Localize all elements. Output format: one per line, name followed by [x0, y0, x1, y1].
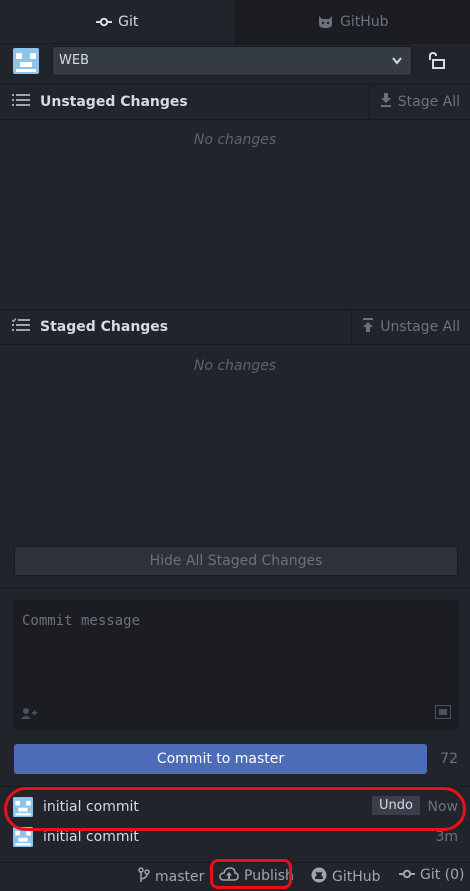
commit-time: 3m	[435, 829, 458, 845]
avatar	[13, 48, 39, 74]
commit-message-input[interactable]	[20, 611, 444, 705]
list-icon	[12, 93, 30, 111]
git-commit-icon	[96, 17, 112, 27]
repository-row: WEB	[0, 44, 470, 84]
git-status[interactable]: Git (0)	[399, 867, 465, 883]
unstaged-changes-title: Unstaged Changes	[40, 94, 188, 110]
divider	[0, 588, 470, 589]
unlock-icon[interactable]	[426, 52, 446, 74]
hide-all-staged-changes-button[interactable]: Hide All Staged Changes	[14, 546, 458, 576]
branch-status[interactable]: master	[138, 867, 204, 887]
publish-button[interactable]: Publish	[219, 867, 294, 885]
unstage-all-button[interactable]: Unstage All	[351, 310, 470, 344]
github-status-label: GitHub	[332, 869, 381, 885]
commit-message: initial commit	[43, 799, 139, 815]
tab-git[interactable]: Git	[0, 0, 236, 43]
staged-changes-title: Staged Changes	[40, 319, 168, 335]
recent-commit-item[interactable]: initial commit Undo Now	[0, 793, 470, 823]
github-status[interactable]: GitHub	[311, 867, 381, 887]
undo-button[interactable]: Undo	[372, 796, 420, 815]
staged-empty-message: No changes	[0, 358, 470, 374]
download-icon	[380, 93, 392, 111]
cloud-upload-icon	[219, 867, 239, 885]
commit-message-box	[14, 600, 458, 730]
stage-all-button[interactable]: Stage All	[369, 85, 470, 119]
commit-character-count: 72	[440, 751, 458, 767]
dock-tabs: Git GitHub	[0, 0, 470, 44]
github-icon	[311, 867, 327, 887]
tab-git-label: Git	[118, 14, 138, 30]
recent-commit-item[interactable]: initial commit 3m	[0, 823, 470, 853]
checklist-icon	[12, 318, 30, 336]
commit-button[interactable]: Commit to master	[14, 744, 427, 774]
octocat-icon	[317, 15, 334, 29]
unstaged-empty-message: No changes	[0, 132, 470, 148]
publish-label: Publish	[244, 868, 294, 884]
git-status-label: Git (0)	[420, 867, 465, 883]
commit-time: Now	[428, 799, 459, 815]
staged-changes-header: Staged Changes Unstage All	[0, 309, 470, 345]
chevron-down-icon	[391, 47, 403, 86]
commit-message: initial commit	[43, 829, 139, 845]
branch-name: master	[155, 869, 204, 885]
avatar	[13, 797, 33, 817]
repository-select[interactable]: WEB	[52, 46, 412, 76]
stage-all-label: Stage All	[398, 94, 460, 110]
status-bar: master Publish GitHub Git (0)	[0, 862, 470, 891]
upload-icon	[362, 318, 374, 336]
unstaged-changes-header: Unstaged Changes Stage All	[0, 84, 470, 120]
tab-github-label: GitHub	[340, 14, 389, 30]
avatar	[13, 827, 33, 847]
git-commit-icon	[399, 867, 415, 883]
add-coauthor-icon[interactable]	[21, 707, 37, 723]
tab-github[interactable]: GitHub	[236, 0, 470, 43]
unstage-all-label: Unstage All	[380, 319, 460, 335]
repository-select-value: WEB	[59, 53, 89, 68]
divider	[0, 786, 470, 787]
git-branch-icon	[138, 867, 150, 887]
expand-editor-icon[interactable]	[435, 705, 451, 723]
